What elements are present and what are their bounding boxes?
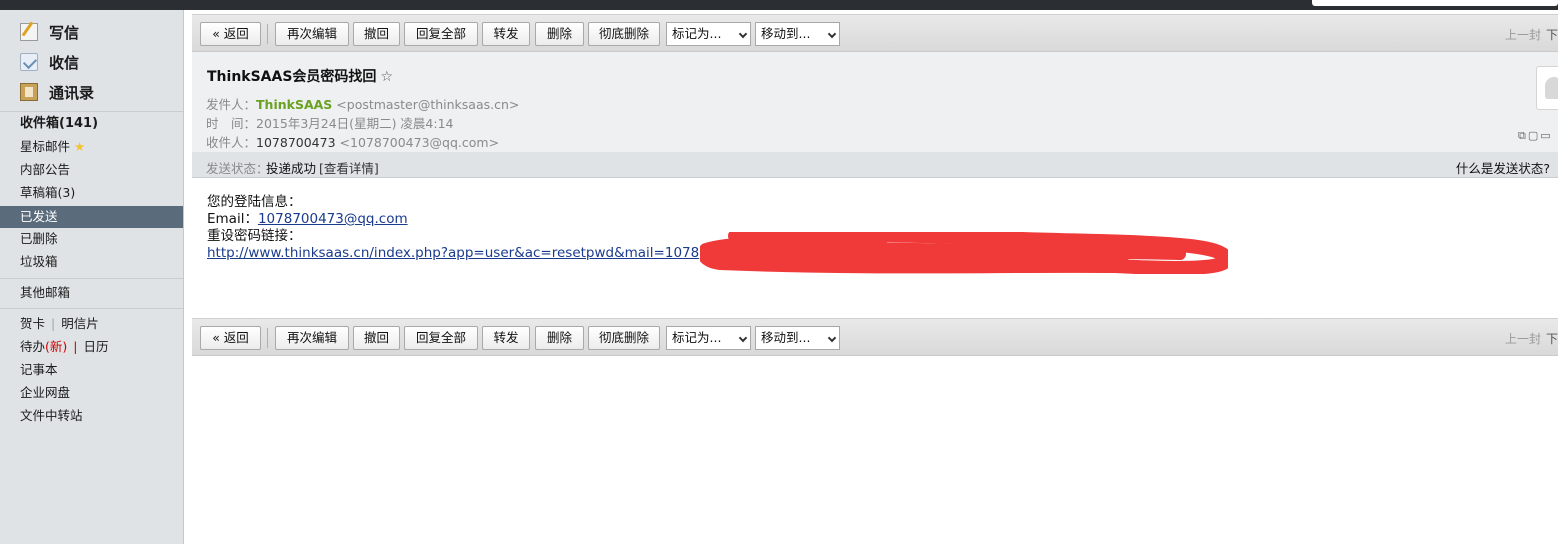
compose-label: 写信 [49,23,80,42]
view-mode-icons[interactable]: ⧉▢▭ [1518,129,1553,143]
divider [0,278,183,279]
divider [0,111,183,112]
reply-all-button[interactable]: 回复全部 [404,22,478,46]
to-row: 收件人：1078700473 <1078700473@qq.com> [206,135,500,150]
sidebar-item-sent[interactable]: 已发送 [0,206,183,228]
forward-button[interactable]: 转发 [482,326,530,350]
next-mail-link[interactable]: 下 [1546,330,1558,347]
search-input[interactable] [1312,0,1558,6]
sidebar-item-other-mailbox[interactable]: 其他邮箱 [20,283,70,303]
sidebar-item-inbox[interactable]: 收件箱(141) [20,114,98,134]
sidebar-item-calendar[interactable]: 日历 [84,339,109,354]
recall-button[interactable]: 撤回 [353,326,400,350]
chevron-down-icon [738,333,748,343]
prev-mail-link[interactable]: 上一封 [1505,26,1541,43]
recall-button[interactable]: 撤回 [353,22,400,46]
star-outline-icon[interactable]: ☆ [380,69,393,85]
move-to-select[interactable]: 移动到... [755,22,840,46]
email-link[interactable]: 1078700473@qq.com [258,211,408,227]
prev-mail-link[interactable]: 上一封 [1505,330,1541,347]
top-toolbar: « 返回 再次编辑 撤回 回复全部 转发 删除 彻底删除 标记为... 移动到.… [192,14,1558,52]
back-button[interactable]: « 返回 [200,326,261,350]
sidebar: 写信 收信 通讯录 收件箱(141) 星标邮件 ★ 内部公告 草稿箱(3) 已发送… [0,10,184,544]
move-to-select[interactable]: 移动到... [755,326,840,350]
top-bar [0,0,1558,10]
status-detail-link[interactable]: [查看详情] [319,158,379,177]
recipient-address: <1078700473@qq.com> [339,135,500,150]
mail-body: 您的登陆信息： Email：1078700473@qq.com 重设密码链接： … [207,194,699,262]
contacts-button[interactable]: 通讯录 [20,80,94,104]
delete-permanently-button[interactable]: 彻底删除 [588,326,660,350]
redaction-scribble [700,232,1228,274]
divider [0,308,183,309]
compose-button[interactable]: 写信 [20,20,79,44]
time-row: 时 间：2015年3月24日(星期二) 凌晨4:14 [206,116,454,131]
delete-button[interactable]: 删除 [535,22,584,46]
sidebar-row-todo: 待办(新) | 日历 [20,339,109,354]
body-email-line: Email：1078700473@qq.com [207,211,408,227]
sender-address: <postmaster@thinksaas.cn> [336,97,520,112]
sidebar-item-notebook[interactable]: 记事本 [20,360,58,380]
sidebar-item-enterprise-disk[interactable]: 企业网盘 [20,383,70,403]
receive-icon [20,53,38,71]
compose-icon [20,23,38,41]
mail-subject: ThinkSAAS会员密码找回 ☆ [207,69,393,85]
sender-name[interactable]: ThinkSAAS [256,97,332,112]
reply-all-button[interactable]: 回复全部 [404,326,478,350]
contacts-label: 通讯录 [49,83,95,102]
body-line: 您的登陆信息： [207,194,302,210]
mail-view: « 返回 再次编辑 撤回 回复全部 转发 删除 彻底删除 标记为... 移动到.… [192,14,1558,544]
delete-permanently-button[interactable]: 彻底删除 [588,22,660,46]
receive-button[interactable]: 收信 [20,50,79,74]
recipient-name[interactable]: 1078700473 [256,135,336,150]
forward-button[interactable]: 转发 [482,22,530,46]
bottom-toolbar: « 返回 再次编辑 撤回 回复全部 转发 删除 彻底删除 标记为... 移动到.… [192,318,1558,356]
status-value: 投递成功 [266,161,317,176]
sidebar-row-cards: 贺卡 | 明信片 [20,316,99,331]
reset-password-link[interactable]: http://www.thinksaas.cn/index.php?app=us… [207,245,699,261]
mark-as-select[interactable]: 标记为... [666,22,751,46]
sidebar-item-spam[interactable]: 垃圾箱 [20,252,58,272]
new-badge: (新) [45,339,68,354]
sidebar-item-postcard[interactable]: 明信片 [61,316,99,331]
avatar[interactable] [1536,66,1558,110]
sidebar-item-file-transfer[interactable]: 文件中转站 [20,406,83,426]
sidebar-item-greeting-card[interactable]: 贺卡 [20,316,45,331]
contacts-icon [20,83,38,101]
chevron-down-icon [827,333,837,343]
sidebar-item-starred[interactable]: 星标邮件 ★ [20,137,85,157]
sent-label: 已发送 [20,209,58,224]
send-status-bar: 发送状态： 投递成功 [查看详情] 什么是发送状态? [192,152,1558,178]
back-button[interactable]: « 返回 [200,22,261,46]
next-mail-link[interactable]: 下 [1546,26,1558,43]
sidebar-item-drafts[interactable]: 草稿箱(3) [20,183,75,203]
starred-label: 星标邮件 [20,139,71,154]
sidebar-item-todo[interactable]: 待办(新) [20,339,67,354]
sidebar-item-announcements[interactable]: 内部公告 [20,160,70,180]
mark-as-select[interactable]: 标记为... [666,326,751,350]
sidebar-item-deleted[interactable]: 已删除 [20,229,58,249]
delete-button[interactable]: 删除 [535,326,584,350]
chevron-down-icon [827,29,837,39]
status-label: 发送状态： [206,161,269,176]
from-row: 发件人：ThinkSAAS <postmaster@thinksaas.cn> [206,97,520,112]
receive-label: 收信 [49,53,80,72]
chevron-down-icon [738,29,748,39]
mail-header: ThinkSAAS会员密码找回 ☆ 发件人：ThinkSAAS <postmast… [192,52,1558,152]
star-icon: ★ [74,139,86,154]
status-help-link[interactable]: 什么是发送状态? [1456,158,1550,177]
send-time: 2015年3月24日(星期二) 凌晨4:14 [256,116,454,131]
reedit-button[interactable]: 再次编辑 [275,326,349,350]
body-reset-line: http://www.thinksaas.cn/index.php?app=us… [207,245,699,262]
reedit-button[interactable]: 再次编辑 [275,22,349,46]
body-line: 重设密码链接： [207,228,302,244]
